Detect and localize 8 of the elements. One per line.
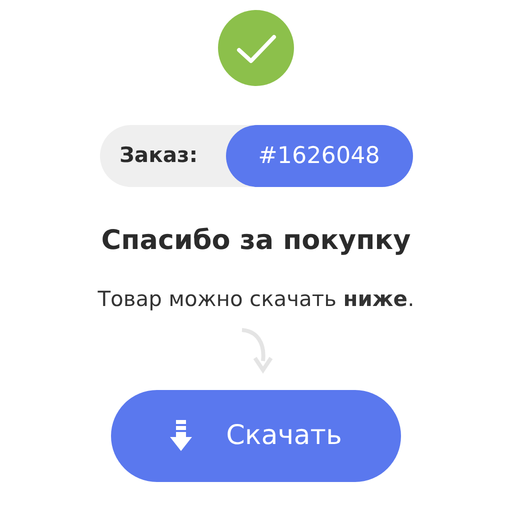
- download-button[interactable]: Скачать: [111, 390, 401, 482]
- message-text: Товар можно скачать ниже.: [98, 286, 414, 312]
- curved-arrow-icon: [239, 325, 273, 375]
- thank-you-title: Спасибо за покупку: [101, 224, 411, 258]
- download-icon: [170, 420, 192, 452]
- order-label: Заказ:: [118, 142, 199, 170]
- order-number: #1626048: [226, 125, 412, 187]
- success-check-icon: [218, 10, 294, 86]
